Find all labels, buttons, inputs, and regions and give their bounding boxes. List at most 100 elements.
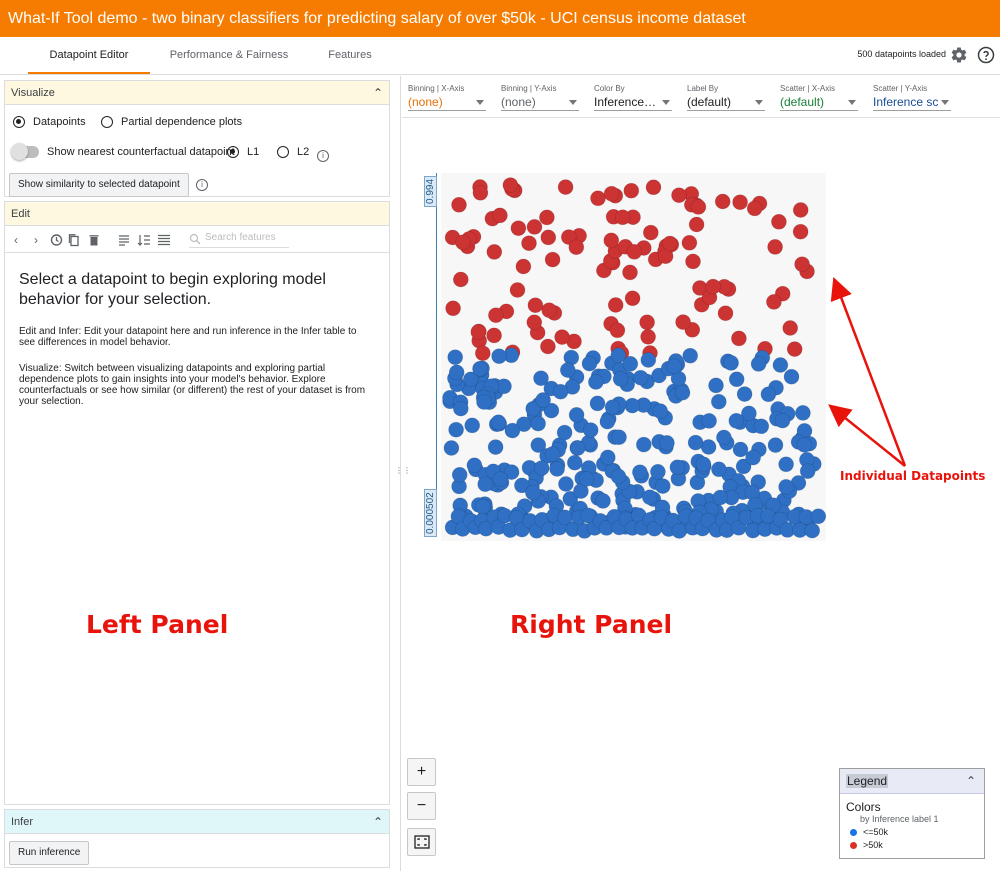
radio-pdp-label: Partial dependence plots bbox=[121, 116, 243, 128]
panel-splitter[interactable]: ⋮⋮ bbox=[395, 76, 411, 871]
infer-section: Infer ⌃ Run inference bbox=[4, 809, 390, 868]
binning-x-value-text: (none) bbox=[408, 95, 443, 109]
app-title-bar: What-If Tool demo - two binary classifie… bbox=[0, 0, 1000, 37]
radio-datapoints-label: Datapoints bbox=[33, 116, 86, 128]
show-similarity-button[interactable]: Show similarity to selected datapoint bbox=[9, 173, 189, 197]
scatter-y-label: Scatter | Y-Axis bbox=[873, 84, 928, 93]
binning-x-label: Binning | X-Axis bbox=[408, 84, 465, 93]
left-panel: Visualize ⌃ Datapoints Partial dependenc… bbox=[0, 76, 395, 871]
radio-l1-label: L1 bbox=[247, 146, 260, 158]
scatter-x-value[interactable]: (default) bbox=[780, 95, 858, 111]
legend-item-low: <=50k bbox=[850, 827, 888, 837]
datapoints-loaded-status: 500 datapoints loaded bbox=[857, 49, 946, 59]
legend-item-high-label: >50k bbox=[863, 840, 883, 850]
radio-unselected-icon bbox=[277, 146, 289, 158]
y-axis-line bbox=[436, 173, 437, 537]
binning-y-value[interactable]: (none) bbox=[501, 95, 579, 111]
y-axis-min-label: 0.000502 bbox=[424, 489, 437, 537]
visualize-header[interactable]: Visualize ⌃ bbox=[5, 81, 389, 105]
legend-header[interactable]: Legend ⌃ bbox=[840, 769, 984, 794]
binning-x-value[interactable]: (none) bbox=[408, 95, 486, 111]
color-by-label: Color By bbox=[594, 84, 625, 93]
app-title: What-If Tool demo - two binary classifie… bbox=[8, 10, 746, 27]
scatter-y-value[interactable]: Inference sc bbox=[873, 95, 951, 111]
radio-l2[interactable]: L2 bbox=[277, 146, 309, 158]
tab-features[interactable]: Features bbox=[315, 37, 385, 74]
visualize-section: Visualize ⌃ Datapoints Partial dependenc… bbox=[4, 80, 390, 197]
arrow-to-red-datapoints bbox=[830, 276, 907, 467]
radio-selected-icon bbox=[13, 116, 25, 128]
edit-toolbar: ‹ › Search features bbox=[5, 227, 389, 253]
scatter-plot-area[interactable] bbox=[441, 173, 826, 541]
search-features-input[interactable]: Search features bbox=[189, 232, 289, 248]
legend-item-high: >50k bbox=[850, 840, 883, 850]
copy-icon[interactable] bbox=[67, 233, 81, 247]
drag-handle-icon[interactable]: ⋮⋮ bbox=[395, 466, 411, 475]
legend-item-low-label: <=50k bbox=[863, 827, 889, 837]
fit-screen-icon bbox=[413, 835, 430, 849]
color-by-value[interactable]: Inference… bbox=[594, 95, 672, 111]
color-by-select[interactable]: Color By Inference… bbox=[594, 84, 672, 111]
y-axis-max-label: 0.994 bbox=[424, 175, 437, 207]
search-placeholder: Search features bbox=[205, 232, 276, 243]
info-icon[interactable]: i bbox=[196, 179, 208, 191]
dropdown-arrow-icon bbox=[848, 100, 856, 105]
sort-order-icon[interactable] bbox=[137, 233, 151, 247]
run-inference-button[interactable]: Run inference bbox=[9, 841, 90, 865]
zoom-out-button[interactable]: − bbox=[407, 792, 436, 820]
dropdown-arrow-icon bbox=[755, 100, 763, 105]
scatter-x-select[interactable]: Scatter | X-Axis (default) bbox=[780, 84, 858, 111]
radio-partial-dependence[interactable]: Partial dependence plots bbox=[101, 116, 242, 128]
history-icon[interactable] bbox=[49, 233, 63, 247]
counterfactual-toggle[interactable]: Show nearest counterfactual datapoint bbox=[11, 143, 235, 160]
label-by-select[interactable]: Label By (default) bbox=[687, 84, 765, 111]
binning-y-select[interactable]: Binning | Y-Axis (none) bbox=[501, 84, 579, 111]
edit-section: Edit ‹ › Search features Select a datapo… bbox=[4, 201, 390, 805]
info-icon[interactable]: i bbox=[317, 150, 329, 162]
scatter-y-select[interactable]: Scatter | Y-Axis Inference sc bbox=[873, 84, 951, 111]
dropdown-arrow-icon bbox=[941, 100, 949, 105]
delete-icon[interactable] bbox=[87, 233, 101, 247]
arrow-to-blue-datapoints bbox=[828, 404, 906, 467]
left-panel-annotation: Left Panel bbox=[86, 610, 229, 639]
counterfactual-label: Show nearest counterfactual datapoint bbox=[47, 146, 235, 158]
radio-l1[interactable]: L1 bbox=[227, 146, 259, 158]
tab-datapoint-editor[interactable]: Datapoint Editor bbox=[28, 37, 150, 74]
chevron-right-icon[interactable]: › bbox=[29, 233, 43, 247]
edit-header[interactable]: Edit bbox=[5, 202, 389, 226]
legend-colors-label: Colors bbox=[846, 800, 881, 814]
dropdown-arrow-icon bbox=[569, 100, 577, 105]
fit-to-screen-button[interactable] bbox=[407, 828, 436, 856]
label-by-value[interactable]: (default) bbox=[687, 95, 765, 111]
edit-infer-help: Edit and Infer: Edit your datapoint here… bbox=[19, 326, 357, 348]
radio-unselected-icon bbox=[101, 116, 113, 128]
legend-by-label: by Inference label 1 bbox=[860, 814, 939, 824]
binning-x-select[interactable]: Binning | X-Axis (none) bbox=[408, 84, 486, 111]
help-icon[interactable] bbox=[977, 46, 995, 64]
radio-datapoints[interactable]: Datapoints bbox=[13, 116, 86, 128]
toggle-switch[interactable] bbox=[11, 143, 39, 160]
chevron-up-icon[interactable]: ⌃ bbox=[373, 810, 383, 834]
radio-selected-icon bbox=[227, 146, 239, 158]
chevron-left-icon[interactable]: ‹ bbox=[9, 233, 23, 247]
list-view-icon[interactable] bbox=[157, 233, 171, 247]
label-by-label: Label By bbox=[687, 84, 719, 93]
empty-state-title: Select a datapoint to begin exploring mo… bbox=[19, 271, 326, 308]
sort-lines-icon[interactable] bbox=[117, 233, 131, 247]
chevron-up-icon[interactable]: ⌃ bbox=[373, 81, 383, 105]
dropdown-arrow-icon bbox=[662, 100, 670, 105]
chevron-up-icon[interactable]: ⌃ bbox=[966, 769, 976, 794]
binning-y-value-text: (none) bbox=[501, 95, 536, 109]
gear-icon[interactable] bbox=[950, 46, 968, 64]
legend-panel: Legend ⌃ Colors by Inference label 1 <=5… bbox=[839, 768, 985, 859]
edit-header-label: Edit bbox=[11, 208, 30, 220]
right-panel-annotation: Right Panel bbox=[510, 610, 673, 639]
scatter-x-label: Scatter | X-Axis bbox=[780, 84, 835, 93]
tab-performance-fairness[interactable]: Performance & Fairness bbox=[160, 37, 298, 74]
infer-header[interactable]: Infer ⌃ bbox=[5, 810, 389, 834]
legend-swatch-blue bbox=[850, 828, 857, 836]
infer-header-label: Infer bbox=[11, 816, 34, 828]
zoom-in-button[interactable]: + bbox=[407, 758, 436, 786]
color-by-value-text: Inference… bbox=[594, 95, 657, 109]
label-by-value-text: (default) bbox=[687, 95, 732, 109]
